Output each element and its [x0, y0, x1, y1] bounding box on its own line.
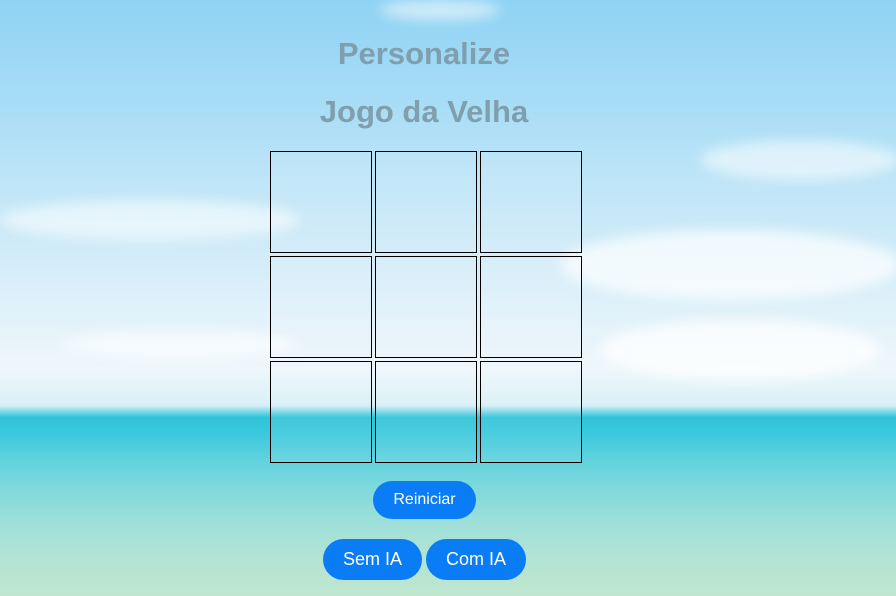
background-cloud — [600, 320, 880, 380]
board-cell-6[interactable] — [480, 256, 582, 358]
background-cloud — [60, 330, 300, 360]
with-ai-button[interactable]: Com IA — [426, 539, 526, 580]
board-cell-2[interactable] — [375, 151, 477, 253]
page-title-personalize: Personalize — [337, 36, 511, 71]
board-cell-3[interactable] — [480, 151, 582, 253]
tic-tac-toe-board — [270, 151, 583, 464]
board-cell-1[interactable] — [270, 151, 372, 253]
restart-button[interactable]: Reiniciar — [373, 481, 476, 519]
board-cell-9[interactable] — [480, 361, 582, 463]
background-cloud — [700, 140, 896, 180]
board-cell-8[interactable] — [375, 361, 477, 463]
board-cell-4[interactable] — [270, 256, 372, 358]
background-cloud — [0, 200, 300, 240]
page-title-game: Jogo da Velha — [319, 94, 529, 129]
background-cloud — [560, 230, 896, 300]
board-cell-5[interactable] — [375, 256, 477, 358]
board-cell-7[interactable] — [270, 361, 372, 463]
background-cloud — [380, 0, 500, 20]
no-ai-button[interactable]: Sem IA — [323, 539, 422, 580]
